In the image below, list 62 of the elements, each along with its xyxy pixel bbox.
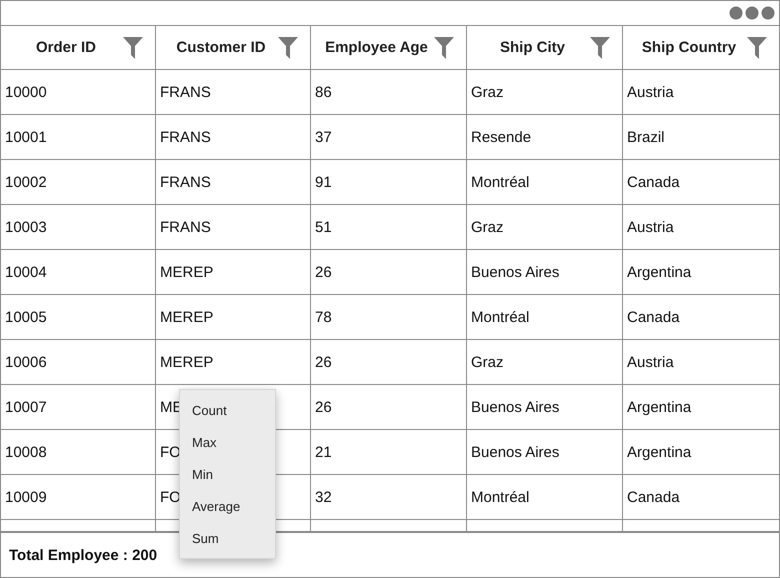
table-cell: Brazil [623, 115, 779, 160]
table-cell: Argentina [623, 430, 779, 475]
table-cell: Canada [623, 475, 779, 520]
filter-icon[interactable] [278, 37, 298, 59]
filter-icon[interactable] [123, 37, 143, 59]
table-cell: Argentina [623, 385, 779, 430]
menu-item[interactable]: Average [180, 490, 275, 522]
table-cell: Canada [623, 295, 779, 340]
table-cell: 91 [311, 160, 467, 205]
table-cell: Austria [623, 70, 779, 115]
table-cell: Buenos Aires [467, 385, 623, 430]
table-cell: 26 [311, 385, 467, 430]
table-cell: Canada [623, 160, 779, 205]
table-cell: 10006 [1, 340, 156, 385]
table-cell: Austria [623, 340, 779, 385]
table-cell: FRANS [156, 205, 311, 250]
table-cell: 78 [311, 295, 467, 340]
table-cell: 10002 [1, 160, 156, 205]
table-cell: Buenos Aires [467, 430, 623, 475]
table-cell: Resende [467, 115, 623, 160]
summary-text: Total Employee : 200 [9, 546, 158, 564]
table-cell: Austria [623, 205, 779, 250]
column-header[interactable]: Ship City [467, 26, 623, 70]
table-cell: 21 [311, 430, 467, 475]
table-cell: FRANS [156, 115, 311, 160]
table-cell: 86 [311, 70, 467, 115]
column-header[interactable]: Customer ID [156, 26, 311, 70]
table-cell: FRANS [156, 160, 311, 205]
menu-item[interactable]: Sum [180, 522, 275, 554]
table-cell: 10000 [1, 70, 156, 115]
table-cell: 10004 [1, 250, 156, 295]
table-cell: 10005 [1, 295, 156, 340]
column-header[interactable]: Ship Country [623, 26, 779, 70]
menu-item[interactable]: Count [180, 394, 275, 426]
table-cell: 26 [311, 250, 467, 295]
table-cell: 10009 [1, 475, 156, 520]
table-cell: 32 [311, 475, 467, 520]
table-cell: 10001 [1, 115, 156, 160]
table-cell: Argentina [623, 250, 779, 295]
table-cell: MEREP [156, 295, 311, 340]
table-cell: 37 [311, 115, 467, 160]
table-cell: MEREP [156, 250, 311, 295]
more-icon[interactable] [729, 6, 775, 20]
table-cell: 10003 [1, 205, 156, 250]
table-cell: Buenos Aires [467, 250, 623, 295]
table-cell: Graz [467, 205, 623, 250]
filter-icon[interactable] [590, 37, 610, 59]
table-cell: 51 [311, 205, 467, 250]
table-cell: Montréal [467, 295, 623, 340]
column-header[interactable]: Employee Age [311, 26, 467, 70]
table-cell: Graz [467, 340, 623, 385]
filter-icon[interactable] [747, 37, 767, 59]
table-cell: 10007 [1, 385, 156, 430]
table-cell: Montréal [467, 160, 623, 205]
filter-icon[interactable] [434, 37, 454, 59]
table-cell: Montréal [467, 475, 623, 520]
table-cell: 26 [311, 340, 467, 385]
table-cell: Graz [467, 70, 623, 115]
table-cell: MEREP [156, 340, 311, 385]
table-cell: FRANS [156, 70, 311, 115]
table-cell: 10008 [1, 430, 156, 475]
column-header[interactable]: Order ID [1, 26, 156, 70]
